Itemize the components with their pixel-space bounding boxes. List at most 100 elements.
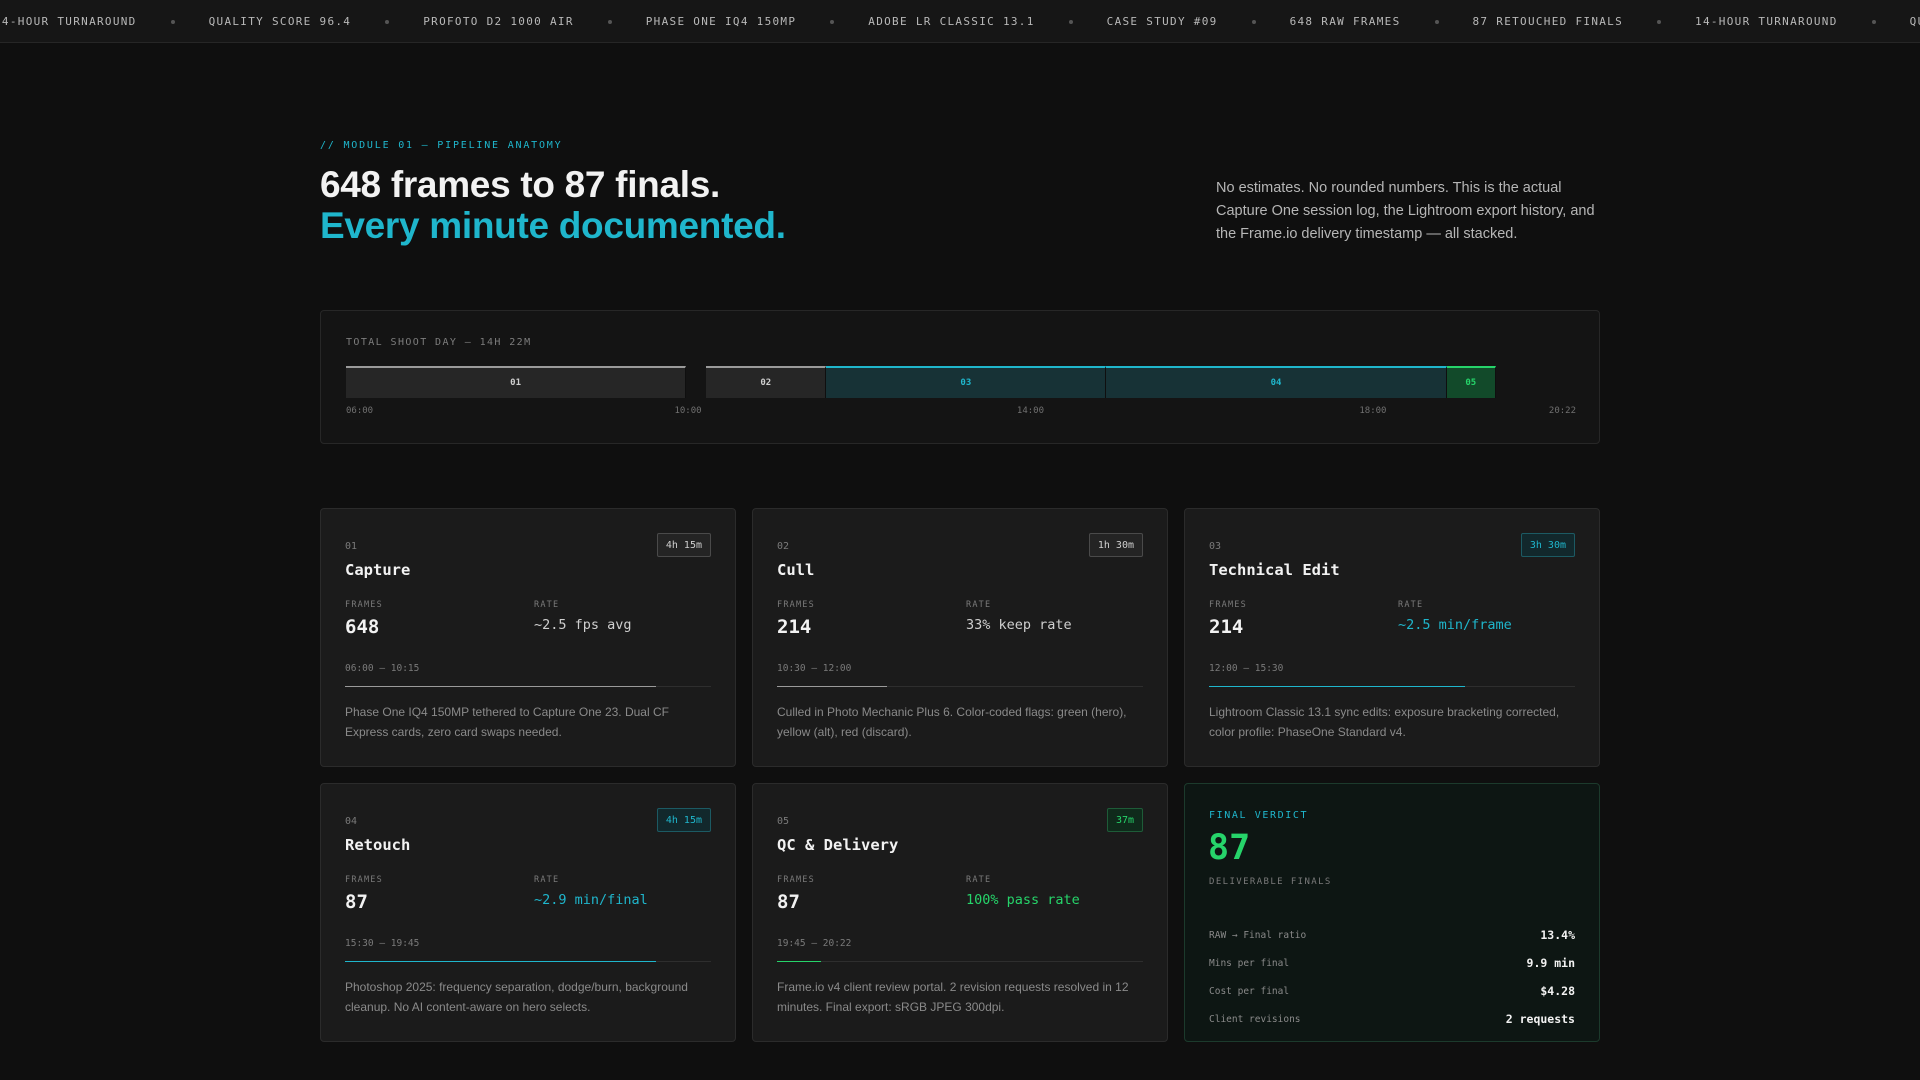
stage-title: Capture bbox=[345, 561, 411, 579]
rate-value: ~2.5 fps avg bbox=[534, 617, 632, 633]
verdict-sublabel: DELIVERABLE FINALS bbox=[1209, 877, 1332, 887]
stage-card-02: 02 Cull 1h 30m FRAMES RATE 214 33% keep rate 10… bbox=[752, 508, 1168, 767]
verdict-row-label: Cost per final bbox=[1209, 985, 1290, 997]
stage-card-03: 03 Technical Edit 3h 30m FRAMES RATE 214 ~2.5 … bbox=[1184, 508, 1600, 767]
time-range: 10:30 – 12:00 bbox=[777, 663, 852, 674]
stage-description: Frame.io v4 client review portal. 2 revi… bbox=[777, 980, 1129, 1014]
timeline-bar: 01 02 03 04 05 bbox=[346, 366, 1576, 398]
verdict-row-label: RAW → Final ratio bbox=[1209, 929, 1307, 941]
progress-fill bbox=[777, 686, 887, 687]
progress-fill bbox=[777, 961, 821, 962]
ticker-bar: 14-HOUR TURNAROUND QUALITY SCORE 96.4 PROF… bbox=[0, 0, 1920, 43]
timeline-ticks: 06:00 10:00 14:00 18:00 20:22 bbox=[346, 406, 1576, 418]
progress-fill bbox=[1209, 686, 1466, 687]
rate-value: ~2.5 min/frame bbox=[1398, 617, 1512, 633]
rate-label: RATE bbox=[966, 600, 992, 610]
rate-label: RATE bbox=[534, 600, 560, 610]
verdict-row-value: 13.4% bbox=[1540, 928, 1575, 942]
timeline-panel: TOTAL SHOOT DAY — 14H 22M 01 02 03 04 05 06:… bbox=[320, 310, 1600, 444]
stage-number: 05 bbox=[777, 816, 790, 827]
timeline-tick-label: 18:00 bbox=[1359, 406, 1387, 416]
progress-fill bbox=[345, 686, 657, 687]
dot-separator-icon bbox=[607, 19, 612, 24]
stage-card-05: 05 QC & Delivery 37m FRAMES RATE 87 100% pass … bbox=[752, 783, 1168, 1042]
dot-separator-icon bbox=[1251, 19, 1256, 24]
verdict-row-value: $4.28 bbox=[1540, 984, 1575, 998]
verdict-label: FINAL VERDICT bbox=[1209, 810, 1309, 821]
stage-number: 01 bbox=[345, 541, 358, 552]
rate-value: 33% keep rate bbox=[966, 617, 1072, 633]
ticker-item: 14-HOUR TURNAROUND bbox=[1695, 15, 1838, 28]
ticker-item: QUALITY SCORE 96.4 bbox=[208, 15, 352, 28]
ticker-track: 14-HOUR TURNAROUND QUALITY SCORE 96.4 PROF… bbox=[0, 0, 1920, 42]
rate-label: RATE bbox=[534, 875, 560, 885]
frames-label: FRAMES bbox=[777, 600, 815, 610]
stage-title: QC & Delivery bbox=[777, 836, 899, 854]
timeline-tick-label: 14:00 bbox=[1016, 406, 1044, 416]
ticker-item: 14-HOUR TURNAROUND bbox=[0, 15, 137, 28]
timeline-tick-label: 20:22 bbox=[1548, 406, 1576, 416]
ticker-item: 87 RETOUCHED FINALS bbox=[1472, 15, 1624, 28]
final-verdict-card: FINAL VERDICT 87 DELIVERABLE FINALS RAW … bbox=[1184, 783, 1600, 1042]
verdict-row-cost: Cost per final $4.28 bbox=[1209, 983, 1575, 999]
verdict-row-value: 9.9 min bbox=[1526, 956, 1575, 970]
intro-paragraph: No estimates. No rounded numbers. This i… bbox=[1216, 180, 1595, 242]
stage-title: Cull bbox=[777, 561, 815, 579]
ticker-item: 648 RAW FRAMES bbox=[1289, 15, 1401, 28]
progress-track bbox=[1209, 686, 1575, 687]
ticker-item: QUALITY SCORE 96.4 bbox=[1909, 15, 1920, 28]
verdict-row-label: Mins per final bbox=[1209, 957, 1290, 969]
rate-label: RATE bbox=[966, 875, 992, 885]
timeline-segment-05: 05 bbox=[1446, 366, 1496, 398]
stage-description: Culled in Photo Mechanic Plus 6. Color-c… bbox=[777, 705, 1127, 739]
ticker-item: CASE STUDY #09 bbox=[1106, 15, 1218, 28]
timeline-segment-03: 03 bbox=[826, 366, 1107, 398]
headline-line-1: 648 frames to 87 finals. bbox=[320, 164, 720, 205]
verdict-row-label: Client revisions bbox=[1209, 1013, 1301, 1025]
progress-track bbox=[345, 961, 711, 962]
time-range: 12:00 – 15:30 bbox=[1209, 663, 1284, 674]
stage-title: Technical Edit bbox=[1209, 561, 1340, 579]
stage-number: 03 bbox=[1209, 541, 1222, 552]
timeline-segment-01: 01 bbox=[346, 366, 687, 398]
frames-value: 87 bbox=[345, 891, 368, 913]
frames-value: 214 bbox=[1209, 616, 1244, 638]
timeline-tick-label: 10:00 bbox=[674, 406, 702, 416]
rate-label: RATE bbox=[1398, 600, 1424, 610]
dot-separator-icon bbox=[1068, 19, 1073, 24]
dot-separator-icon bbox=[830, 19, 835, 24]
headline-line-2: Every minute documented. bbox=[320, 205, 786, 246]
verdict-number: 87 bbox=[1208, 828, 1251, 868]
frames-value: 214 bbox=[777, 616, 812, 638]
stage-title: Retouch bbox=[345, 836, 411, 854]
verdict-row-mins: Mins per final 9.9 min bbox=[1209, 955, 1575, 971]
stage-number: 04 bbox=[345, 816, 358, 827]
stage-description: Photoshop 2025: frequency separation, do… bbox=[345, 980, 688, 1014]
verdict-row-ratio: RAW → Final ratio 13.4% bbox=[1209, 927, 1575, 943]
duration-badge: 37m bbox=[1106, 808, 1143, 832]
dot-separator-icon bbox=[1657, 19, 1662, 24]
stage-description: Lightroom Classic 13.1 sync edits: expos… bbox=[1209, 705, 1560, 739]
timeline-segment-02: 02 bbox=[706, 366, 827, 398]
time-range: 15:30 – 19:45 bbox=[345, 938, 420, 949]
frames-label: FRAMES bbox=[345, 600, 383, 610]
duration-badge: 1h 30m bbox=[1088, 533, 1143, 557]
progress-track bbox=[777, 686, 1143, 687]
duration-badge: 4h 15m bbox=[656, 533, 711, 557]
rate-value: ~2.9 min/final bbox=[534, 892, 648, 908]
duration-badge: 3h 30m bbox=[1520, 533, 1575, 557]
page-headline: 648 frames to 87 finals. Every minute do… bbox=[320, 164, 786, 246]
progress-track bbox=[777, 961, 1143, 962]
verdict-row-value: 2 requests bbox=[1505, 1012, 1575, 1026]
duration-badge: 4h 15m bbox=[656, 808, 711, 832]
ticker-item: ADOBE LR CLASSIC 13.1 bbox=[868, 15, 1035, 28]
frames-value: 87 bbox=[777, 891, 800, 913]
frames-value: 648 bbox=[345, 616, 380, 638]
dot-separator-icon bbox=[170, 19, 175, 24]
time-range: 06:00 – 10:15 bbox=[345, 663, 420, 674]
ticker-item: PROFOTO D2 1000 AIR bbox=[423, 15, 574, 28]
rate-value: 100% pass rate bbox=[966, 892, 1080, 908]
timeline-tick-label: 06:00 bbox=[346, 406, 374, 416]
time-range: 19:45 – 20:22 bbox=[777, 938, 852, 949]
stage-card-04: 04 Retouch 4h 15m FRAMES RATE 87 ~2.9 min/fina… bbox=[320, 783, 736, 1042]
